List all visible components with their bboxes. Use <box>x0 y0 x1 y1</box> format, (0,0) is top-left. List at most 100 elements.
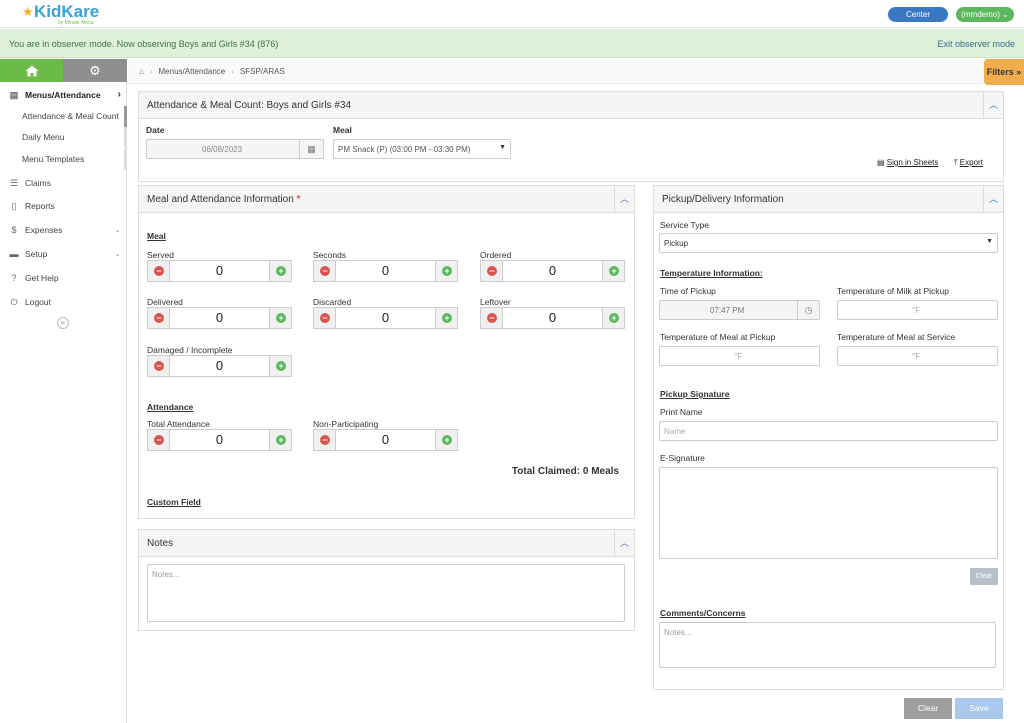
time-pickup-input[interactable]: 07:47 PM ◷ <box>659 300 820 320</box>
date-label: Date <box>146 125 165 135</box>
leftover-value[interactable]: 0 <box>503 308 602 328</box>
served-label: Served <box>147 250 174 260</box>
nav-label: Logout <box>25 297 51 307</box>
breadcrumb-item[interactable]: Menus/Attendance <box>159 67 226 76</box>
ordered-increment[interactable]: + <box>602 261 624 281</box>
subnav-attendance-meal-count[interactable]: Attendance & Meal Count <box>0 106 127 127</box>
notes-textarea[interactable]: Notes... <box>147 564 625 622</box>
center-button[interactable]: Center <box>888 7 948 22</box>
total-attendance-decrement[interactable]: − <box>148 430 170 450</box>
nav-reports[interactable]: ▯ Reports <box>0 195 127 217</box>
temp-meal-service-input[interactable]: °F <box>837 346 998 366</box>
service-type-select[interactable]: Pickup ▼ <box>659 233 998 253</box>
served-increment[interactable]: + <box>269 261 291 281</box>
clear-button[interactable]: Clear <box>904 698 952 719</box>
discarded-increment[interactable]: + <box>435 308 457 328</box>
plus-icon: + <box>609 313 619 323</box>
served-decrement[interactable]: − <box>148 261 170 281</box>
non-participating-decrement[interactable]: − <box>314 430 336 450</box>
nav-expenses[interactable]: $ Expenses ⌄ <box>0 219 127 241</box>
clock-icon[interactable]: ◷ <box>797 301 819 319</box>
damaged-decrement[interactable]: − <box>148 356 170 376</box>
panel-header: Notes ︿ <box>139 530 634 557</box>
nav-label: Menus/Attendance <box>25 90 101 100</box>
meal-attendance-panel: Meal and Attendance Information * ︿ Meal… <box>138 185 635 519</box>
comments-textarea[interactable]: Notes... <box>659 622 996 668</box>
breadcrumb: ⌂ › Menus/Attendance › SFSP/ARAS <box>139 67 285 76</box>
home-tab[interactable] <box>0 59 63 82</box>
seconds-value[interactable]: 0 <box>336 261 435 281</box>
nav-logout[interactable]: ⏻ Logout <box>0 291 127 313</box>
nav-menus-attendance[interactable]: ▤ Menus/Attendance › <box>0 84 127 106</box>
custom-field-link[interactable]: Custom Field <box>147 497 201 507</box>
delivered-value[interactable]: 0 <box>170 308 269 328</box>
document-icon: ▯ <box>11 201 17 211</box>
temp-milk-input[interactable]: °F <box>837 300 998 320</box>
meal-select[interactable]: PM Snack (P) (03:00 PM - 03:30 PM) ▼ <box>333 139 511 159</box>
leftover-decrement[interactable]: − <box>481 308 503 328</box>
ordered-value[interactable]: 0 <box>503 261 602 281</box>
settings-tab[interactable]: ⚙ <box>63 59 127 82</box>
seconds-increment[interactable]: + <box>435 261 457 281</box>
collapse-icon[interactable]: ︿ <box>614 186 634 212</box>
damaged-value[interactable]: 0 <box>170 356 269 376</box>
minus-icon: − <box>154 435 164 445</box>
leftover-increment[interactable]: + <box>602 308 624 328</box>
notes-placeholder: Notes... <box>152 570 180 579</box>
seconds-counter: − 0 + <box>313 260 458 282</box>
nav-claims[interactable]: ☰ Claims <box>0 172 127 194</box>
home-icon[interactable]: ⌂ <box>139 67 144 76</box>
collapse-sidebar-icon[interactable]: « <box>57 317 69 329</box>
discarded-value[interactable]: 0 <box>336 308 435 328</box>
non-participating-value[interactable]: 0 <box>336 430 435 450</box>
collapse-icon[interactable]: ︿ <box>614 530 634 556</box>
ordered-decrement[interactable]: − <box>481 261 503 281</box>
list-icon: ☰ <box>9 178 19 188</box>
temp-meal-pickup-input[interactable]: °F <box>659 346 820 366</box>
damaged-increment[interactable]: + <box>269 356 291 376</box>
kidkare-logo[interactable]: ★ KidKare by Minute Menu <box>22 2 102 26</box>
collapse-icon[interactable]: ︿ <box>983 92 1003 118</box>
date-input[interactable]: 06/08/2023 ▦ <box>146 139 324 159</box>
exit-observer-link[interactable]: Exit observer mode <box>937 39 1015 49</box>
subnav-daily-menu[interactable]: Daily Menu <box>0 127 127 148</box>
caret-down-icon: ▼ <box>499 144 506 151</box>
plus-icon: + <box>276 313 286 323</box>
clear-signature-button[interactable]: Clear <box>970 568 998 585</box>
service-type-value: Pickup <box>664 239 689 248</box>
total-attendance-value[interactable]: 0 <box>170 430 269 450</box>
temperature-section-title: Temperature Information: <box>660 268 763 278</box>
logo-text: KidKare <box>34 2 100 21</box>
pickup-delivery-panel: Pickup/Delivery Information ︿ Service Ty… <box>653 185 1004 690</box>
delivered-decrement[interactable]: − <box>148 308 170 328</box>
filters-button[interactable]: Filters » <box>984 59 1024 85</box>
subnav-label: Attendance & Meal Count <box>22 111 119 121</box>
damaged-label: Damaged / Incomplete <box>147 345 233 355</box>
temp-meal-pickup-placeholder: °F <box>734 352 743 361</box>
collapse-icon[interactable]: ︿ <box>983 186 1003 212</box>
minus-icon: − <box>154 313 164 323</box>
seconds-decrement[interactable]: − <box>314 261 336 281</box>
e-signature-pad[interactable] <box>659 467 998 559</box>
nav-get-help[interactable]: ? Get Help <box>0 267 127 289</box>
served-value[interactable]: 0 <box>170 261 269 281</box>
discarded-decrement[interactable]: − <box>314 308 336 328</box>
minus-icon: − <box>154 266 164 276</box>
e-signature-label: E-Signature <box>660 453 705 463</box>
non-participating-increment[interactable]: + <box>435 430 457 450</box>
export-link[interactable]: ⤒ Export <box>954 158 983 168</box>
print-name-input[interactable]: Name <box>659 421 998 441</box>
observer-banner: You are in observer mode. Now observing … <box>0 29 1024 58</box>
delivered-increment[interactable]: + <box>269 308 291 328</box>
total-attendance-increment[interactable]: + <box>269 430 291 450</box>
date-value: 06/08/2023 <box>202 145 243 154</box>
save-button[interactable]: Save <box>955 698 1003 719</box>
star-icon: ★ <box>22 4 34 19</box>
sign-in-sheets-link[interactable]: ▤ Sign in Sheets <box>877 158 938 167</box>
sign-in-sheets-label: Sign in Sheets <box>886 158 939 167</box>
user-menu-button[interactable]: (mmdemo) ⌄ <box>956 7 1014 22</box>
plus-icon: + <box>609 266 619 276</box>
nav-setup[interactable]: ▬ Setup ⌄ <box>0 243 127 265</box>
subnav-menu-templates[interactable]: Menu Templates <box>0 149 127 170</box>
calendar-icon[interactable]: ▦ <box>299 140 323 158</box>
